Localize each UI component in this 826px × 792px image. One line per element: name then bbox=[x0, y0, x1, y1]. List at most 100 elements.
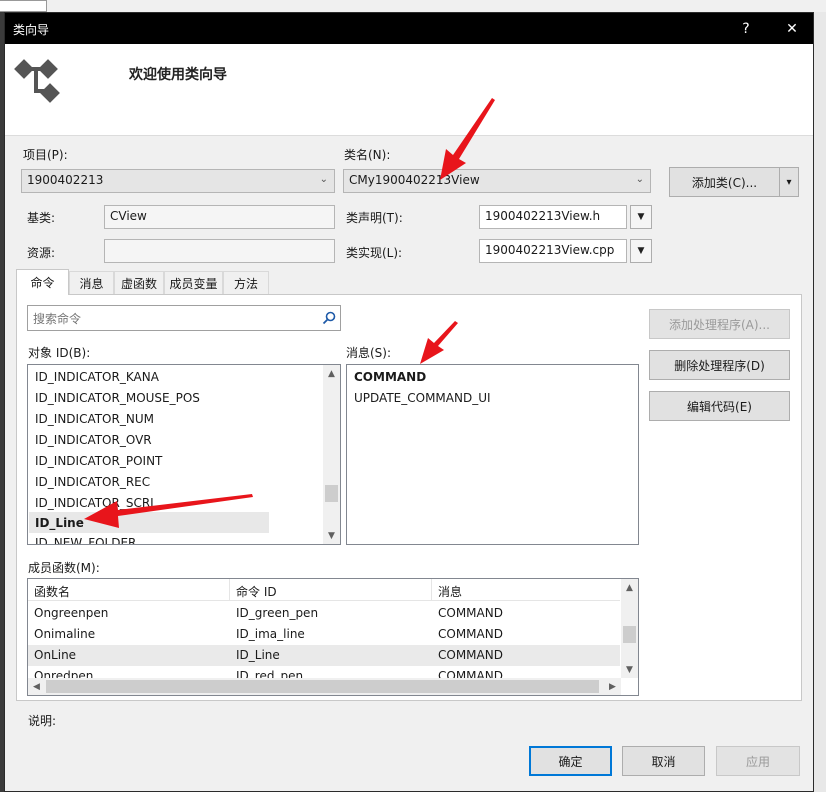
table-row[interactable]: Ongreenpen ID_green_pen COMMAND bbox=[28, 603, 620, 624]
table-cell: Onimaline bbox=[34, 627, 96, 641]
column-header[interactable]: 函数名 bbox=[34, 583, 70, 600]
edit-code-button[interactable]: 编辑代码(E) bbox=[649, 391, 790, 421]
header-title: 欢迎使用类向导 bbox=[129, 67, 227, 83]
scrollbar-thumb[interactable] bbox=[325, 485, 338, 502]
background-window-strip bbox=[0, 0, 826, 12]
list-item[interactable]: ID_INDICATOR_MOUSE_POS bbox=[35, 391, 200, 405]
class-impl-label: 类实现(L): bbox=[346, 246, 403, 260]
commands-tab-panel: 对象 ID(B): ID_INDICATOR_KANA ID_INDICATOR… bbox=[16, 294, 802, 728]
classname-combobox[interactable]: CMy1900402213View ⌄ bbox=[343, 169, 651, 193]
delete-handler-button[interactable]: 删除处理程序(D) bbox=[649, 350, 790, 380]
table-cell: COMMAND bbox=[438, 606, 503, 620]
grid-horizontal-scrollbar[interactable]: ◀ ▶ bbox=[28, 678, 621, 695]
class-decl-label: 类声明(T): bbox=[346, 211, 403, 225]
list-item[interactable]: ID_NEW_FOLDER bbox=[35, 536, 136, 544]
table-cell: ID_red_pen bbox=[236, 669, 304, 678]
table-cell: COMMAND bbox=[438, 669, 503, 678]
scrollbar-thumb[interactable] bbox=[623, 626, 636, 643]
messages-label: 消息(S): bbox=[346, 346, 392, 360]
table-cell: ID_ima_line bbox=[236, 627, 305, 641]
class-decl-dropdown-button[interactable]: ▼ bbox=[630, 205, 652, 229]
list-item[interactable]: ID_INDICATOR_REC bbox=[35, 475, 150, 489]
class-decl-field[interactable]: 1900402213View.h bbox=[479, 205, 627, 229]
description-label: 说明: bbox=[28, 714, 57, 728]
background-button bbox=[0, 0, 47, 12]
class-impl-dropdown-button[interactable]: ▼ bbox=[630, 239, 652, 263]
cancel-button[interactable]: 取消 bbox=[622, 746, 705, 776]
apply-button[interactable]: 应用 bbox=[716, 746, 800, 776]
scroll-up-icon[interactable]: ▲ bbox=[323, 365, 340, 382]
tab-commands[interactable]: 命令 bbox=[16, 269, 69, 295]
tab-messages[interactable]: 消息 bbox=[69, 271, 114, 295]
list-item[interactable]: ID_INDICATOR_NUM bbox=[35, 412, 154, 426]
search-input[interactable] bbox=[31, 308, 315, 329]
scroll-left-icon[interactable]: ◀ bbox=[28, 678, 45, 695]
column-divider bbox=[431, 579, 432, 601]
tab-methods[interactable]: 方法 bbox=[223, 271, 269, 295]
list-item[interactable]: ID_INDICATOR_KANA bbox=[35, 370, 159, 384]
triangle-down-icon: ▼ bbox=[637, 212, 645, 222]
triangle-down-icon: ▼ bbox=[637, 246, 645, 256]
member-functions-label: 成员函数(M): bbox=[28, 561, 100, 575]
add-class-menu-button[interactable]: ▾ bbox=[779, 167, 799, 197]
list-item-selected[interactable]: ID_Line bbox=[35, 516, 84, 530]
class-wizard-icon bbox=[14, 59, 60, 103]
list-item[interactable]: ID_INDICATOR_SCRL bbox=[35, 496, 157, 510]
table-cell: ID_Line bbox=[236, 648, 280, 662]
list-item[interactable]: COMMAND bbox=[354, 370, 426, 384]
grid-vertical-scrollbar[interactable]: ▲ ▼ bbox=[621, 579, 638, 678]
resource-label: 资源: bbox=[27, 246, 56, 260]
title-bar: 类向导 ? ✕ bbox=[5, 13, 813, 44]
table-row[interactable]: Onredpen ID_red_pen COMMAND bbox=[28, 666, 620, 678]
messages-listbox[interactable]: COMMAND UPDATE_COMMAND_UI bbox=[346, 364, 639, 545]
table-cell: OnLine bbox=[34, 648, 77, 662]
project-value: 1900402213 bbox=[27, 173, 104, 187]
column-header[interactable]: 消息 bbox=[438, 583, 462, 600]
object-id-label: 对象 ID(B): bbox=[28, 346, 91, 360]
scroll-down-icon[interactable]: ▼ bbox=[621, 661, 638, 678]
base-class-field: CView bbox=[104, 205, 335, 229]
close-button[interactable]: ✕ bbox=[769, 13, 815, 44]
base-class-label: 基类: bbox=[27, 211, 56, 225]
table-cell: COMMAND bbox=[438, 627, 503, 641]
scroll-up-icon[interactable]: ▲ bbox=[621, 579, 638, 596]
wizard-header: 欢迎使用类向导 bbox=[5, 44, 813, 136]
table-row[interactable]: Onimaline ID_ima_line COMMAND bbox=[28, 624, 620, 645]
classname-value: CMy1900402213View bbox=[349, 173, 480, 187]
chevron-down-icon: ⌄ bbox=[319, 174, 328, 185]
help-button[interactable]: ? bbox=[723, 13, 769, 44]
list-item[interactable]: ID_INDICATOR_OVR bbox=[35, 433, 152, 447]
project-label: 项目(P): bbox=[23, 148, 68, 162]
project-combobox[interactable]: 1900402213 ⌄ bbox=[21, 169, 335, 193]
column-header[interactable]: 命令 ID bbox=[236, 583, 277, 600]
class-impl-field[interactable]: 1900402213View.cpp bbox=[479, 239, 627, 263]
table-cell: Ongreenpen bbox=[34, 606, 109, 620]
tab-virtual-functions[interactable]: 虚函数 bbox=[114, 271, 164, 295]
window-title: 类向导 bbox=[13, 23, 50, 37]
table-cell: COMMAND bbox=[438, 648, 503, 662]
vertical-scrollbar[interactable]: ▲ ▼ bbox=[323, 365, 340, 544]
list-item[interactable]: UPDATE_COMMAND_UI bbox=[354, 391, 491, 405]
table-cell: Onredpen bbox=[34, 669, 94, 678]
class-wizard-dialog: 类向导 ? ✕ 欢迎使用类向导 项目(P): 1900402213 ⌄ 类名(N… bbox=[4, 12, 814, 792]
member-functions-grid[interactable]: 函数名 命令 ID 消息 Ongreenpen ID_green_pen COM… bbox=[27, 578, 639, 696]
chevron-down-icon: ⌄ bbox=[635, 174, 644, 185]
tab-member-variables[interactable]: 成员变量 bbox=[164, 271, 223, 295]
list-item[interactable]: ID_INDICATOR_POINT bbox=[35, 454, 162, 468]
table-cell: ID_green_pen bbox=[236, 606, 319, 620]
background-window-edge bbox=[814, 12, 826, 792]
column-divider bbox=[229, 579, 230, 601]
table-row-selected[interactable]: OnLine ID_Line COMMAND bbox=[28, 645, 620, 666]
search-icon[interactable] bbox=[322, 311, 336, 325]
add-handler-button[interactable]: 添加处理程序(A)... bbox=[649, 309, 790, 339]
classname-label: 类名(N): bbox=[344, 148, 391, 162]
scrollbar-thumb[interactable] bbox=[46, 680, 599, 693]
search-box[interactable] bbox=[27, 305, 341, 331]
resource-field bbox=[104, 239, 335, 263]
scroll-right-icon[interactable]: ▶ bbox=[604, 678, 621, 695]
add-class-button[interactable]: 添加类(C)... bbox=[669, 167, 780, 197]
scroll-down-icon[interactable]: ▼ bbox=[323, 527, 340, 544]
ok-button[interactable]: 确定 bbox=[529, 746, 612, 776]
grid-header: 函数名 命令 ID 消息 bbox=[28, 579, 620, 601]
object-id-listbox[interactable]: ID_INDICATOR_KANA ID_INDICATOR_MOUSE_POS… bbox=[27, 364, 341, 545]
